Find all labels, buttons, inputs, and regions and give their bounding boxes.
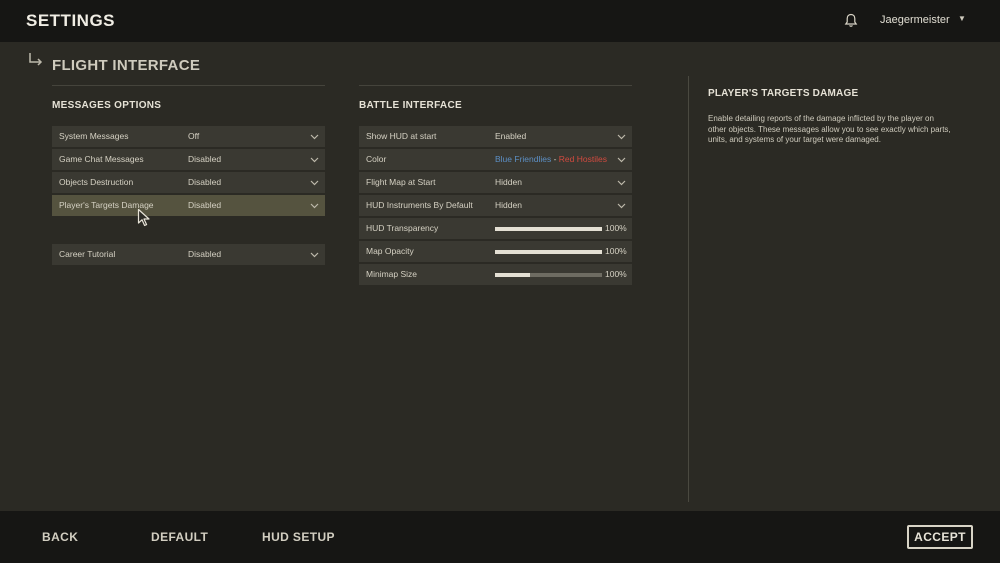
setting-row-system-messages[interactable]: System Messages Off bbox=[52, 126, 325, 147]
back-button[interactable]: BACK bbox=[42, 530, 78, 544]
slider-row-minimap-size: Minimap Size 100% bbox=[359, 264, 632, 285]
chevron-down-icon[interactable] bbox=[617, 132, 626, 141]
setting-row-players-targets-damage[interactable]: Player's Targets Damage Disabled bbox=[52, 195, 325, 216]
hud-setup-button[interactable]: HUD SETUP bbox=[262, 530, 335, 544]
slider-fill bbox=[495, 273, 531, 277]
setting-label: Show HUD at start bbox=[366, 131, 437, 141]
setting-row-color[interactable]: Color Blue Friendlies - Red Hostiles bbox=[359, 149, 632, 170]
panel-divider bbox=[688, 76, 689, 502]
setting-row-objects-destruction[interactable]: Objects Destruction Disabled bbox=[52, 172, 325, 193]
slider-value: 100% bbox=[605, 223, 627, 233]
divider bbox=[359, 85, 632, 86]
chevron-down-icon[interactable] bbox=[310, 250, 319, 259]
setting-value: Enabled bbox=[495, 131, 527, 141]
setting-row-career-tutorial[interactable]: Career Tutorial Disabled bbox=[52, 244, 325, 265]
default-button[interactable]: DEFAULT bbox=[151, 530, 208, 544]
setting-row-game-chat-messages[interactable]: Game Chat Messages Disabled bbox=[52, 149, 325, 170]
info-description: Enable detailing reports of the damage i… bbox=[708, 114, 951, 144]
return-arrow-icon bbox=[29, 53, 43, 66]
slider-row-hud-transparency: HUD Transparency 100% bbox=[359, 218, 632, 239]
accept-button[interactable]: ACCEPT bbox=[907, 525, 973, 549]
slider-row-map-opacity: Map Opacity 100% bbox=[359, 241, 632, 262]
setting-label: HUD Instruments By Default bbox=[366, 200, 473, 210]
messages-options-title: MESSAGES OPTIONS bbox=[52, 100, 162, 111]
app-title: SETTINGS bbox=[26, 11, 116, 30]
battle-interface-title: BATTLE INTERFACE bbox=[359, 100, 462, 111]
setting-label: Objects Destruction bbox=[59, 177, 134, 187]
setting-row-show-hud-at-start[interactable]: Show HUD at start Enabled bbox=[359, 126, 632, 147]
mouse-cursor-icon bbox=[137, 208, 150, 227]
setting-label: Minimap Size bbox=[366, 269, 418, 279]
setting-value: Disabled bbox=[188, 177, 222, 187]
divider bbox=[52, 85, 325, 86]
chevron-down-icon[interactable] bbox=[310, 132, 319, 141]
slider-value: 100% bbox=[605, 269, 627, 279]
setting-label: System Messages bbox=[59, 131, 129, 141]
page-title: FLIGHT INTERFACE bbox=[52, 57, 201, 74]
setting-row-hud-instruments-by-default[interactable]: HUD Instruments By Default Hidden bbox=[359, 195, 632, 216]
setting-value: Off bbox=[188, 131, 200, 141]
slider-track[interactable] bbox=[495, 273, 602, 277]
info-title: PLAYER'S TARGETS DAMAGE bbox=[708, 88, 859, 99]
bell-icon[interactable] bbox=[844, 13, 858, 28]
chevron-down-icon[interactable] bbox=[617, 178, 626, 187]
setting-label: Map Opacity bbox=[366, 246, 414, 256]
caret-down-icon[interactable]: ▼ bbox=[958, 14, 966, 23]
setting-value: Hidden bbox=[495, 177, 522, 187]
chevron-down-icon[interactable] bbox=[310, 155, 319, 164]
setting-row-flight-map-at-start[interactable]: Flight Map at Start Hidden bbox=[359, 172, 632, 193]
setting-value: Disabled bbox=[188, 200, 222, 210]
slider-fill bbox=[495, 250, 602, 254]
setting-label: Flight Map at Start bbox=[366, 177, 436, 187]
slider-fill bbox=[495, 227, 602, 231]
setting-label: HUD Transparency bbox=[366, 223, 439, 233]
chevron-down-icon[interactable] bbox=[617, 201, 626, 210]
slider-value: 100% bbox=[605, 246, 627, 256]
user-menu[interactable]: Jaegermeister bbox=[880, 14, 950, 26]
chevron-down-icon[interactable] bbox=[310, 178, 319, 187]
setting-value: Disabled bbox=[188, 154, 222, 164]
setting-value: Blue Friendlies - Red Hostiles bbox=[495, 154, 607, 164]
bottom-bar bbox=[0, 511, 1000, 563]
slider-track[interactable] bbox=[495, 227, 602, 231]
setting-label: Game Chat Messages bbox=[59, 154, 144, 164]
hostile-color-value: Red Hostiles bbox=[558, 154, 607, 164]
setting-value: Disabled bbox=[188, 249, 222, 259]
setting-label: Career Tutorial bbox=[59, 249, 116, 259]
setting-label: Color bbox=[366, 154, 387, 164]
chevron-down-icon[interactable] bbox=[617, 155, 626, 164]
slider-track[interactable] bbox=[495, 250, 602, 254]
setting-value: Hidden bbox=[495, 200, 522, 210]
chevron-down-icon[interactable] bbox=[310, 201, 319, 210]
friendly-color-value: Blue Friendlies bbox=[495, 154, 552, 164]
color-separator: - bbox=[551, 154, 559, 164]
